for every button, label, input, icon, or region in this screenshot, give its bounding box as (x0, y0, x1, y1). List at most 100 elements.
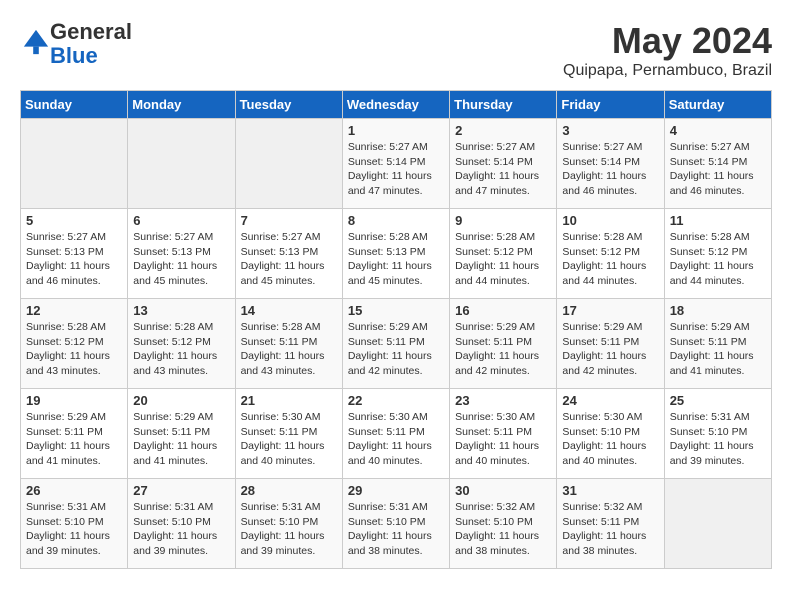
calendar-cell: 25 Sunrise: 5:31 AMSunset: 5:10 PMDayligh… (664, 389, 771, 479)
calendar-cell: 24 Sunrise: 5:30 AMSunset: 5:10 PMDayligh… (557, 389, 664, 479)
calendar-cell: 8 Sunrise: 5:28 AMSunset: 5:13 PMDaylight… (342, 209, 449, 299)
day-info: Sunrise: 5:32 AMSunset: 5:10 PMDaylight:… (455, 500, 551, 559)
logo: General Blue (20, 20, 132, 68)
day-info: Sunrise: 5:28 AMSunset: 5:13 PMDaylight:… (348, 230, 444, 289)
day-number: 29 (348, 483, 444, 498)
calendar-cell: 4Sunrise: 5:27 AMSunset: 5:14 PMDaylight… (664, 119, 771, 209)
day-number: 15 (348, 303, 444, 318)
weekday-header-cell: Friday (557, 91, 664, 119)
calendar-cell: 3Sunrise: 5:27 AMSunset: 5:14 PMDaylight… (557, 119, 664, 209)
day-number: 22 (348, 393, 444, 408)
calendar-cell: 20 Sunrise: 5:29 AMSunset: 5:11 PMDayligh… (128, 389, 235, 479)
day-number: 8 (348, 213, 444, 228)
calendar-week-row: 5 Sunrise: 5:27 AMSunset: 5:13 PMDaylight… (21, 209, 772, 299)
calendar-table: SundayMondayTuesdayWednesdayThursdayFrid… (20, 90, 772, 569)
day-info: Sunrise: 5:27 AMSunset: 5:14 PMDaylight:… (562, 140, 658, 199)
calendar-cell: 15 Sunrise: 5:29 AMSunset: 5:11 PMDayligh… (342, 299, 449, 389)
calendar-week-row: 1 Sunrise: 5:27 AMSunset: 5:14 PMDaylight… (21, 119, 772, 209)
calendar-cell: 30Sunrise: 5:32 AMSunset: 5:10 PMDayligh… (450, 479, 557, 569)
calendar-cell (128, 119, 235, 209)
day-info: Sunrise: 5:29 AMSunset: 5:11 PMDaylight:… (348, 320, 444, 379)
month-title: May 2024 (563, 20, 772, 62)
day-info: Sunrise: 5:32 AMSunset: 5:11 PMDaylight:… (562, 500, 658, 559)
day-info: Sunrise: 5:31 AMSunset: 5:10 PMDaylight:… (670, 410, 766, 469)
calendar-cell: 22 Sunrise: 5:30 AMSunset: 5:11 PMDayligh… (342, 389, 449, 479)
day-number: 11 (670, 213, 766, 228)
day-number: 18 (670, 303, 766, 318)
day-info: Sunrise: 5:30 AMSunset: 5:11 PMDaylight:… (348, 410, 444, 469)
day-info: Sunrise: 5:31 AMSunset: 5:10 PMDaylight:… (241, 500, 337, 559)
calendar-cell: 6 Sunrise: 5:27 AMSunset: 5:13 PMDaylight… (128, 209, 235, 299)
day-info: Sunrise: 5:31 AMSunset: 5:10 PMDaylight:… (133, 500, 229, 559)
day-number: 1 (348, 123, 444, 138)
weekday-header-cell: Sunday (21, 91, 128, 119)
calendar-cell: 14Sunrise: 5:28 AMSunset: 5:11 PMDayligh… (235, 299, 342, 389)
calendar-body: 1 Sunrise: 5:27 AMSunset: 5:14 PMDaylight… (21, 119, 772, 569)
day-info: Sunrise: 5:27 AMSunset: 5:14 PMDaylight:… (348, 140, 444, 199)
weekday-header-cell: Wednesday (342, 91, 449, 119)
day-number: 2 (455, 123, 551, 138)
calendar-cell: 21 Sunrise: 5:30 AMSunset: 5:11 PMDayligh… (235, 389, 342, 479)
day-info: Sunrise: 5:30 AMSunset: 5:11 PMDaylight:… (455, 410, 551, 469)
day-number: 12 (26, 303, 122, 318)
calendar-week-row: 12 Sunrise: 5:28 AMSunset: 5:12 PMDayligh… (21, 299, 772, 389)
day-number: 25 (670, 393, 766, 408)
day-info: Sunrise: 5:29 AMSunset: 5:11 PMDaylight:… (133, 410, 229, 469)
calendar-cell: 13 Sunrise: 5:28 AMSunset: 5:12 PMDayligh… (128, 299, 235, 389)
calendar-cell: 11 Sunrise: 5:28 AMSunset: 5:12 PMDayligh… (664, 209, 771, 299)
day-number: 23 (455, 393, 551, 408)
day-number: 9 (455, 213, 551, 228)
day-info: Sunrise: 5:28 AMSunset: 5:12 PMDaylight:… (455, 230, 551, 289)
day-number: 6 (133, 213, 229, 228)
day-number: 27 (133, 483, 229, 498)
calendar-week-row: 26 Sunrise: 5:31 AMSunset: 5:10 PMDayligh… (21, 479, 772, 569)
calendar-cell: 26 Sunrise: 5:31 AMSunset: 5:10 PMDayligh… (21, 479, 128, 569)
day-info: Sunrise: 5:30 AMSunset: 5:10 PMDaylight:… (562, 410, 658, 469)
weekday-header-cell: Tuesday (235, 91, 342, 119)
logo-general-text: General (50, 19, 132, 44)
logo-icon (22, 28, 50, 56)
day-info: Sunrise: 5:29 AMSunset: 5:11 PMDaylight:… (670, 320, 766, 379)
calendar-cell: 2Sunrise: 5:27 AMSunset: 5:14 PMDaylight… (450, 119, 557, 209)
day-number: 13 (133, 303, 229, 318)
weekday-header-cell: Monday (128, 91, 235, 119)
weekday-header-cell: Saturday (664, 91, 771, 119)
day-info: Sunrise: 5:28 AMSunset: 5:12 PMDaylight:… (670, 230, 766, 289)
day-info: Sunrise: 5:27 AMSunset: 5:13 PMDaylight:… (26, 230, 122, 289)
calendar-cell (664, 479, 771, 569)
day-number: 5 (26, 213, 122, 228)
day-number: 20 (133, 393, 229, 408)
day-info: Sunrise: 5:30 AMSunset: 5:11 PMDaylight:… (241, 410, 337, 469)
day-info: Sunrise: 5:28 AMSunset: 5:12 PMDaylight:… (26, 320, 122, 379)
day-number: 24 (562, 393, 658, 408)
day-number: 7 (241, 213, 337, 228)
logo-blue-text: Blue (50, 43, 98, 68)
day-number: 28 (241, 483, 337, 498)
calendar-cell: 5 Sunrise: 5:27 AMSunset: 5:13 PMDaylight… (21, 209, 128, 299)
day-info: Sunrise: 5:31 AMSunset: 5:10 PMDaylight:… (26, 500, 122, 559)
calendar-cell (235, 119, 342, 209)
day-number: 4 (670, 123, 766, 138)
day-info: Sunrise: 5:29 AMSunset: 5:11 PMDaylight:… (562, 320, 658, 379)
page-header: General Blue May 2024 Quipapa, Pernambuc… (20, 20, 772, 80)
day-number: 19 (26, 393, 122, 408)
day-info: Sunrise: 5:29 AMSunset: 5:11 PMDaylight:… (26, 410, 122, 469)
day-number: 17 (562, 303, 658, 318)
calendar-cell: 19 Sunrise: 5:29 AMSunset: 5:11 PMDayligh… (21, 389, 128, 479)
day-info: Sunrise: 5:27 AMSunset: 5:13 PMDaylight:… (133, 230, 229, 289)
title-block: May 2024 Quipapa, Pernambuco, Brazil (563, 20, 772, 80)
calendar-cell: 23 Sunrise: 5:30 AMSunset: 5:11 PMDayligh… (450, 389, 557, 479)
weekday-header-row: SundayMondayTuesdayWednesdayThursdayFrid… (21, 91, 772, 119)
day-number: 21 (241, 393, 337, 408)
day-number: 10 (562, 213, 658, 228)
calendar-cell: 18 Sunrise: 5:29 AMSunset: 5:11 PMDayligh… (664, 299, 771, 389)
day-info: Sunrise: 5:29 AMSunset: 5:11 PMDaylight:… (455, 320, 551, 379)
day-info: Sunrise: 5:28 AMSunset: 5:12 PMDaylight:… (133, 320, 229, 379)
calendar-cell: 9 Sunrise: 5:28 AMSunset: 5:12 PMDaylight… (450, 209, 557, 299)
day-number: 31 (562, 483, 658, 498)
day-number: 26 (26, 483, 122, 498)
day-number: 14 (241, 303, 337, 318)
calendar-cell: 29Sunrise: 5:31 AMSunset: 5:10 PMDayligh… (342, 479, 449, 569)
day-number: 16 (455, 303, 551, 318)
calendar-cell: 10Sunrise: 5:28 AMSunset: 5:12 PMDayligh… (557, 209, 664, 299)
